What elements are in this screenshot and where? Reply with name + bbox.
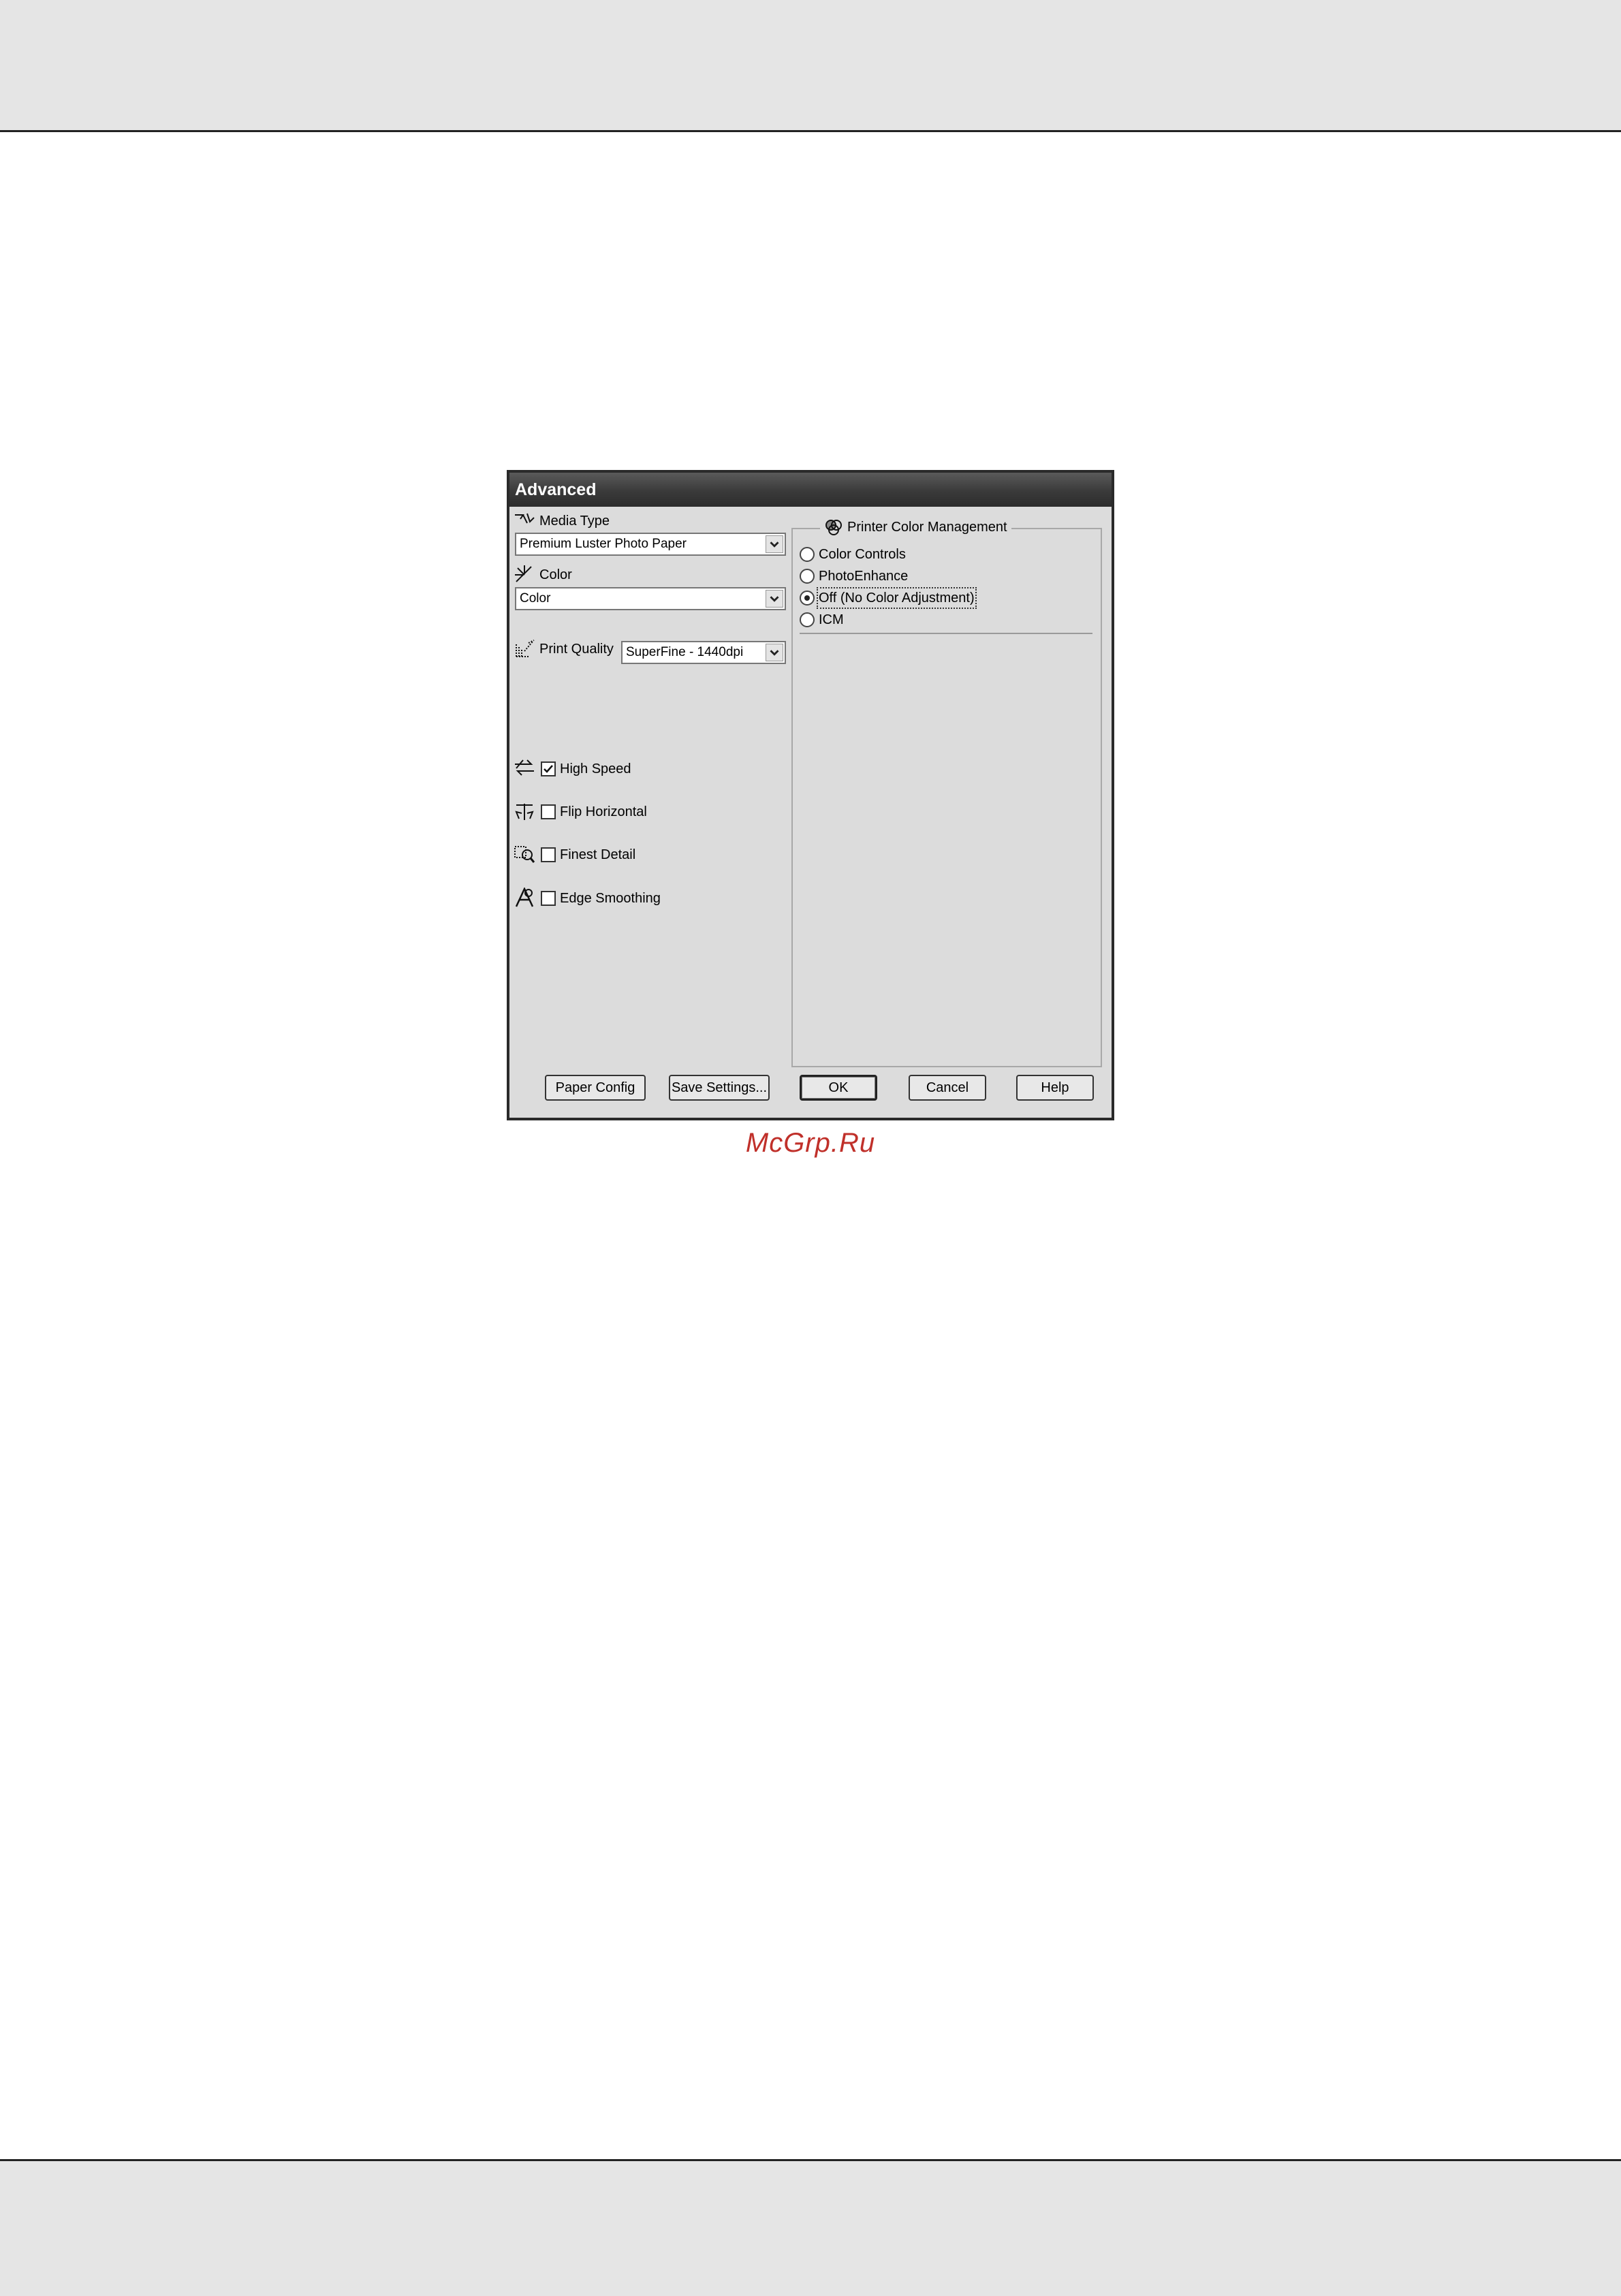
high-speed-label[interactable]: High Speed bbox=[560, 760, 631, 778]
flip-horizontal-icon bbox=[514, 801, 535, 821]
paper-config-button[interactable]: Paper Config bbox=[545, 1075, 646, 1101]
color-value: Color bbox=[520, 591, 551, 606]
flip-horizontal-label[interactable]: Flip Horizontal bbox=[560, 803, 647, 821]
color-management-icon bbox=[824, 518, 843, 536]
off-no-color-adjustment-radio[interactable] bbox=[800, 591, 815, 606]
high-speed-checkbox[interactable] bbox=[541, 761, 556, 776]
help-button[interactable]: Help bbox=[1016, 1075, 1094, 1101]
print-quality-label: Print Quality bbox=[539, 642, 614, 657]
dialog-title: Advanced bbox=[509, 473, 1112, 507]
print-quality-select[interactable]: SuperFine - 1440dpi bbox=[621, 641, 786, 664]
color-icon bbox=[514, 564, 535, 584]
cancel-button[interactable]: Cancel bbox=[909, 1075, 986, 1101]
color-select[interactable]: Color bbox=[515, 587, 786, 610]
ok-button[interactable]: OK bbox=[800, 1075, 877, 1101]
edge-smoothing-checkbox[interactable] bbox=[541, 891, 556, 906]
page-header-band bbox=[0, 0, 1621, 132]
media-type-label: Media Type bbox=[539, 514, 610, 529]
dropdown-arrow-icon[interactable] bbox=[766, 644, 783, 661]
color-management-legend: Printer Color Management bbox=[820, 518, 1011, 536]
watermark-text: McGrp.Ru bbox=[745, 1128, 876, 1158]
color-label: Color bbox=[539, 567, 572, 582]
print-quality-value: SuperFine - 1440dpi bbox=[626, 645, 744, 659]
photoenhance-label[interactable]: PhotoEnhance bbox=[819, 567, 908, 585]
finest-detail-icon bbox=[514, 844, 535, 864]
checkmark-icon bbox=[544, 765, 553, 773]
media-type-select[interactable]: Premium Luster Photo Paper bbox=[515, 533, 786, 556]
off-no-color-adjustment-label[interactable]: Off (No Color Adjustment) bbox=[817, 587, 977, 609]
group-separator bbox=[800, 633, 1092, 634]
media-type-icon bbox=[514, 511, 535, 531]
color-controls-radio[interactable] bbox=[800, 547, 815, 562]
print-quality-icon bbox=[515, 638, 537, 658]
finest-detail-checkbox[interactable] bbox=[541, 847, 556, 862]
icm-radio[interactable] bbox=[800, 612, 815, 627]
color-management-title: Printer Color Management bbox=[847, 520, 1007, 535]
advanced-dialog: Advanced Media Type Premium Luster Photo… bbox=[507, 470, 1114, 1120]
dropdown-arrow-icon[interactable] bbox=[766, 535, 783, 553]
save-settings-button[interactable]: Save Settings... bbox=[669, 1075, 770, 1101]
photoenhance-radio[interactable] bbox=[800, 569, 815, 584]
edge-smoothing-label[interactable]: Edge Smoothing bbox=[560, 890, 661, 907]
page-footer-band bbox=[0, 2159, 1621, 2296]
dropdown-arrow-icon[interactable] bbox=[766, 590, 783, 608]
finest-detail-label[interactable]: Finest Detail bbox=[560, 846, 635, 864]
edge-smoothing-icon bbox=[514, 887, 535, 908]
icm-label[interactable]: ICM bbox=[819, 611, 844, 629]
color-management-group: Printer Color Management Color Controls … bbox=[791, 518, 1102, 1067]
media-type-value: Premium Luster Photo Paper bbox=[520, 537, 687, 551]
color-controls-label[interactable]: Color Controls bbox=[819, 546, 906, 563]
high-speed-icon bbox=[514, 757, 535, 778]
flip-horizontal-checkbox[interactable] bbox=[541, 804, 556, 819]
